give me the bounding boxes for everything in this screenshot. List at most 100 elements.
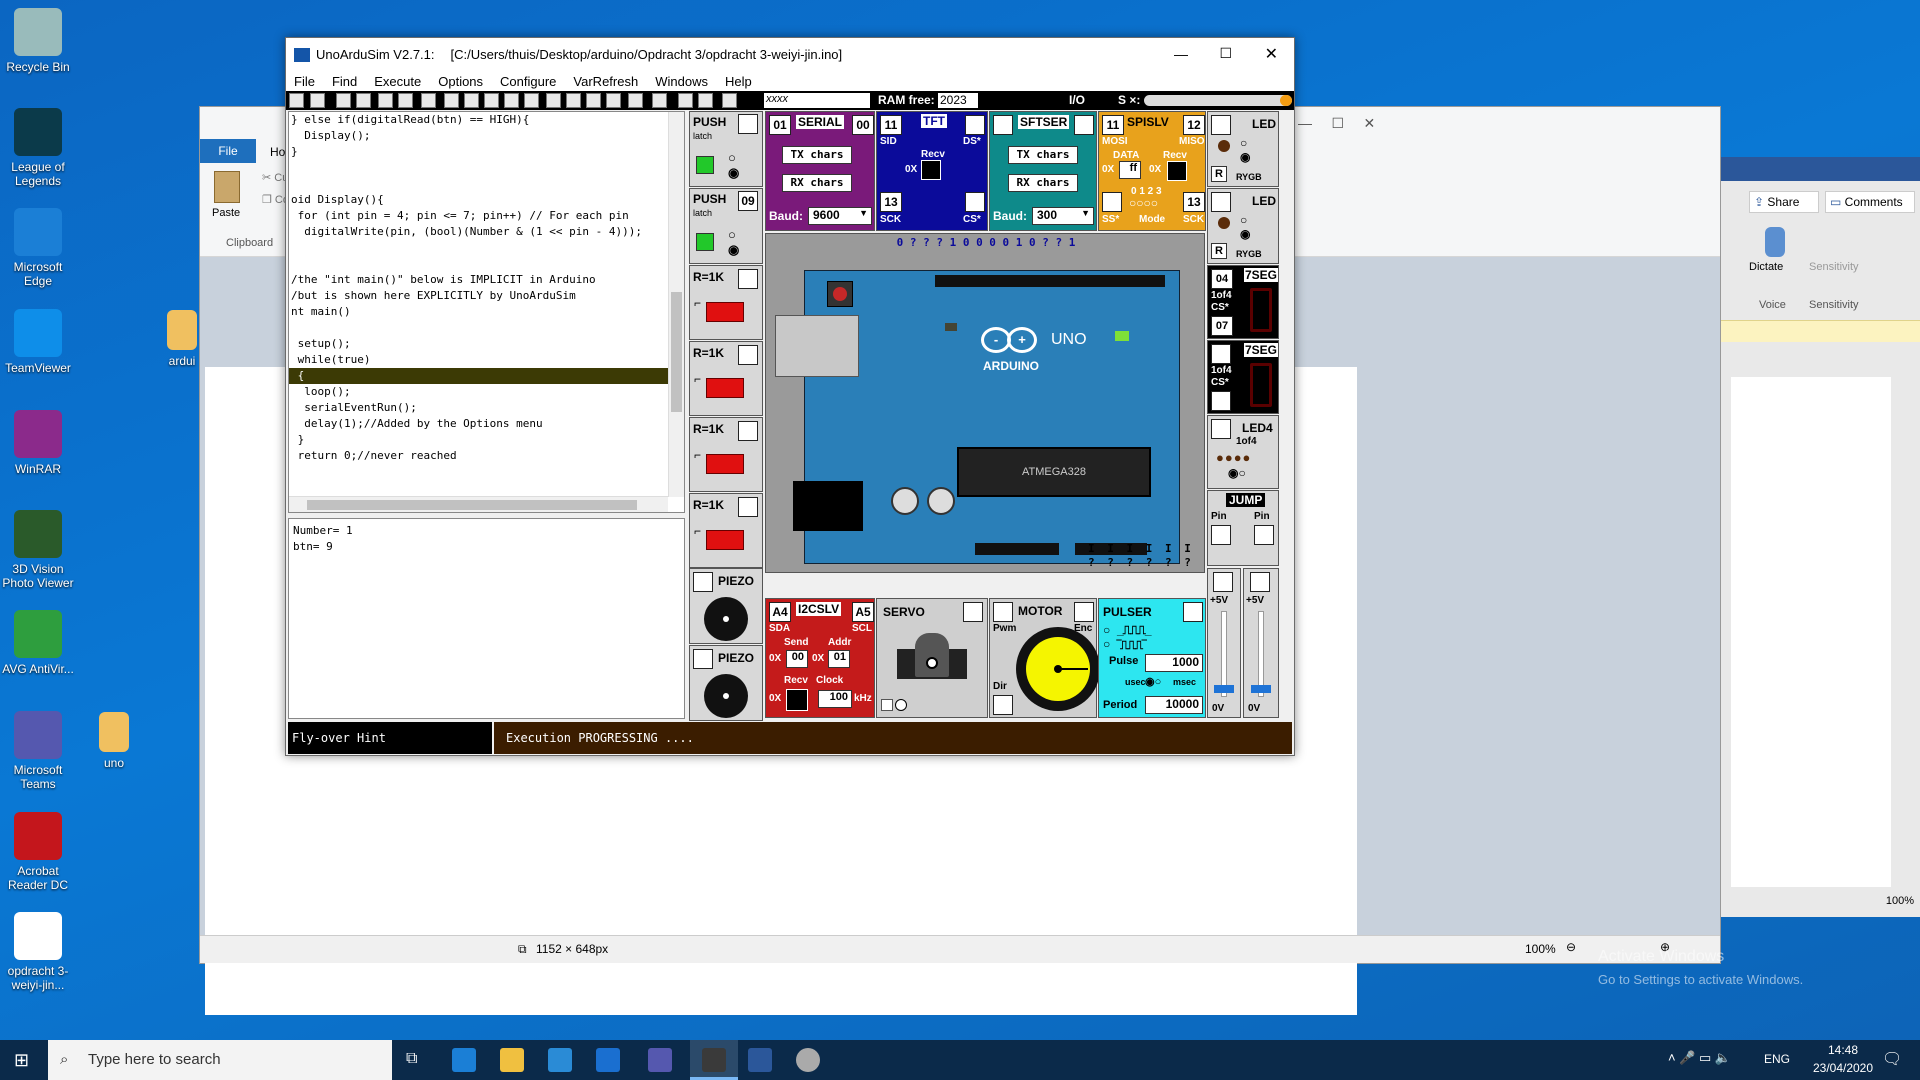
taskbar-explorer-icon[interactable] <box>500 1048 524 1072</box>
motor-enc-box[interactable] <box>1074 602 1094 622</box>
notification-icon[interactable]: 🗨 <box>1882 1049 1902 1069</box>
seg1-pin[interactable]: 04 <box>1211 269 1233 289</box>
code-line[interactable]: } else if(digitalRead(btn) == HIGH){ <box>289 112 684 128</box>
seg2-pin2[interactable] <box>1211 391 1231 411</box>
code-line[interactable]: digitalWrite(pin, (bool)(Number & (1 << … <box>289 224 684 240</box>
motor-dir-box[interactable] <box>993 695 1013 715</box>
servo-radio[interactable] <box>895 699 907 711</box>
desktop-icon[interactable]: TeamViewer <box>0 309 76 375</box>
paste-button[interactable]: Paste <box>212 207 240 219</box>
desktop-icon[interactable]: Microsoft Edge <box>0 208 76 288</box>
start-windows-icon[interactable]: ⊞ <box>14 1050 29 1071</box>
i2c-send-value[interactable]: 00 <box>786 650 808 668</box>
taskbar-unoardusim-button[interactable] <box>690 1040 738 1080</box>
code-vscrollbar[interactable] <box>668 112 684 497</box>
zoom-out-icon[interactable]: ⊖ <box>1566 940 1576 954</box>
toolbar-button-icon[interactable] <box>652 93 667 108</box>
volt2-thumb[interactable] <box>1251 685 1271 693</box>
toolbar-button-icon[interactable] <box>586 93 601 108</box>
pulser-waveform-radios[interactable]: ○ ○ <box>1103 623 1110 651</box>
i2c-addr-value[interactable]: 01 <box>828 650 850 668</box>
taskbar-word-icon[interactable] <box>748 1048 772 1072</box>
led2-pin-box[interactable] <box>1211 192 1231 212</box>
toolbar-button-icon[interactable] <box>398 93 413 108</box>
spislv-mode-radios[interactable]: ○○○○ <box>1129 196 1158 210</box>
spislv-sck-pin[interactable]: 13 <box>1183 192 1205 212</box>
desktop-icon[interactable]: AVG AntiVir... <box>0 610 76 676</box>
toolbar-button-icon[interactable] <box>378 93 393 108</box>
io-speed-thumb[interactable] <box>1280 95 1292 106</box>
led4-pin-box[interactable] <box>1211 419 1231 439</box>
toolbar-button-icon[interactable] <box>566 93 581 108</box>
spislv-pin-a[interactable]: 11 <box>1102 115 1124 135</box>
desktop-icon[interactable]: 3D Vision Photo Viewer <box>0 510 76 590</box>
resistor-switch[interactable] <box>706 378 744 398</box>
volt2-pin-box[interactable] <box>1250 572 1270 592</box>
toolbar-button-icon[interactable] <box>310 93 325 108</box>
seg2-pin[interactable] <box>1211 344 1231 364</box>
taskbar-edge-icon[interactable] <box>452 1048 476 1072</box>
code-line-highlighted[interactable]: { <box>289 368 684 384</box>
menu-find[interactable]: Find <box>332 74 357 89</box>
jump-pin-a-box[interactable] <box>1211 525 1231 545</box>
led2-color-box[interactable]: R <box>1211 243 1227 259</box>
menu-options[interactable]: Options <box>438 74 483 89</box>
toolbar-button-icon[interactable] <box>356 93 371 108</box>
led2-color-radios[interactable]: ○ ◉ <box>1240 213 1250 241</box>
io-speed-slider[interactable] <box>1144 95 1292 106</box>
volt1-thumb[interactable] <box>1214 685 1234 693</box>
tray-icons[interactable]: ˄ 🎤 ▭ 🔈 <box>1668 1050 1731 1066</box>
toolbar-button-icon[interactable] <box>444 93 459 108</box>
desktop-icon[interactable]: uno <box>86 712 142 770</box>
code-line[interactable]: } <box>289 144 684 160</box>
desktop-icon[interactable]: Acrobat Reader DC <box>0 812 76 892</box>
resistor-pin-box[interactable] <box>738 421 758 441</box>
reset-button[interactable] <box>827 281 853 307</box>
toolbar-button-icon[interactable] <box>289 93 304 108</box>
tft-cs-box[interactable] <box>965 192 985 212</box>
code-line[interactable]: /but is shown here EXPLICITLY by UnoArdu… <box>289 288 684 304</box>
piezo2-pin-box[interactable] <box>693 649 713 669</box>
toolbar-button-icon[interactable] <box>421 93 436 108</box>
code-vscroll-thumb[interactable] <box>671 292 682 412</box>
code-line[interactable] <box>289 240 684 256</box>
menu-execute[interactable]: Execute <box>374 74 421 89</box>
serial-rx-button[interactable]: RX chars <box>782 174 852 192</box>
code-hscroll-thumb[interactable] <box>307 500 637 510</box>
menu-configure[interactable]: Configure <box>500 74 556 89</box>
tft-sck-pin[interactable]: 13 <box>880 192 902 212</box>
code-line[interactable] <box>289 320 684 336</box>
led1-color-radios[interactable]: ○ ◉ <box>1240 136 1250 164</box>
menu-windows[interactable]: Windows <box>655 74 708 89</box>
menu-file[interactable]: File <box>294 74 315 89</box>
toolbar-button-icon[interactable] <box>336 93 351 108</box>
code-line[interactable]: delay(1);//Added by the Options menu <box>289 416 684 432</box>
home-tab[interactable]: Ho <box>270 145 285 159</box>
code-line[interactable]: loop(); <box>289 384 684 400</box>
find-field[interactable]: xxxx <box>764 93 870 108</box>
maximize-button[interactable]: ☐ <box>1219 45 1232 62</box>
servo-checkbox[interactable] <box>881 699 893 711</box>
push1-pin-box[interactable] <box>738 114 758 134</box>
sftser-pin-a[interactable] <box>993 115 1013 135</box>
code-line[interactable]: return 0;//never reached <box>289 448 684 464</box>
servo-pin-box[interactable] <box>963 602 983 622</box>
share-button[interactable]: ⇪ Share <box>1749 191 1819 213</box>
file-tab[interactable]: File <box>200 139 256 163</box>
sftser-baud-select[interactable]: 300 ▼ <box>1032 207 1094 225</box>
pulser-pulse-value[interactable]: 1000 <box>1145 654 1203 672</box>
close-button[interactable]: ✕ <box>1265 44 1278 64</box>
paint-window-controls[interactable]: — ☐ ✕ <box>1298 115 1375 132</box>
code-hscrollbar[interactable] <box>289 496 668 512</box>
code-pane[interactable]: } else if(digitalRead(btn) == HIGH){ Dis… <box>288 111 685 513</box>
taskbar-store-icon[interactable] <box>548 1048 572 1072</box>
led1-color-box[interactable]: R <box>1211 166 1227 182</box>
serial-tx-button[interactable]: TX chars <box>782 146 852 164</box>
tft-pin[interactable]: 11 <box>880 115 902 135</box>
dictate-button[interactable]: Dictate <box>1749 261 1783 273</box>
spislv-data-value[interactable]: ff <box>1119 161 1141 179</box>
motor-pwm-box[interactable] <box>993 602 1013 622</box>
code-line[interactable]: for (int pin = 4; pin <= 7; pin++) // Fo… <box>289 208 684 224</box>
i2c-clock-value[interactable]: 100 <box>818 690 852 708</box>
task-view-icon[interactable]: ⧉ <box>406 1050 417 1068</box>
